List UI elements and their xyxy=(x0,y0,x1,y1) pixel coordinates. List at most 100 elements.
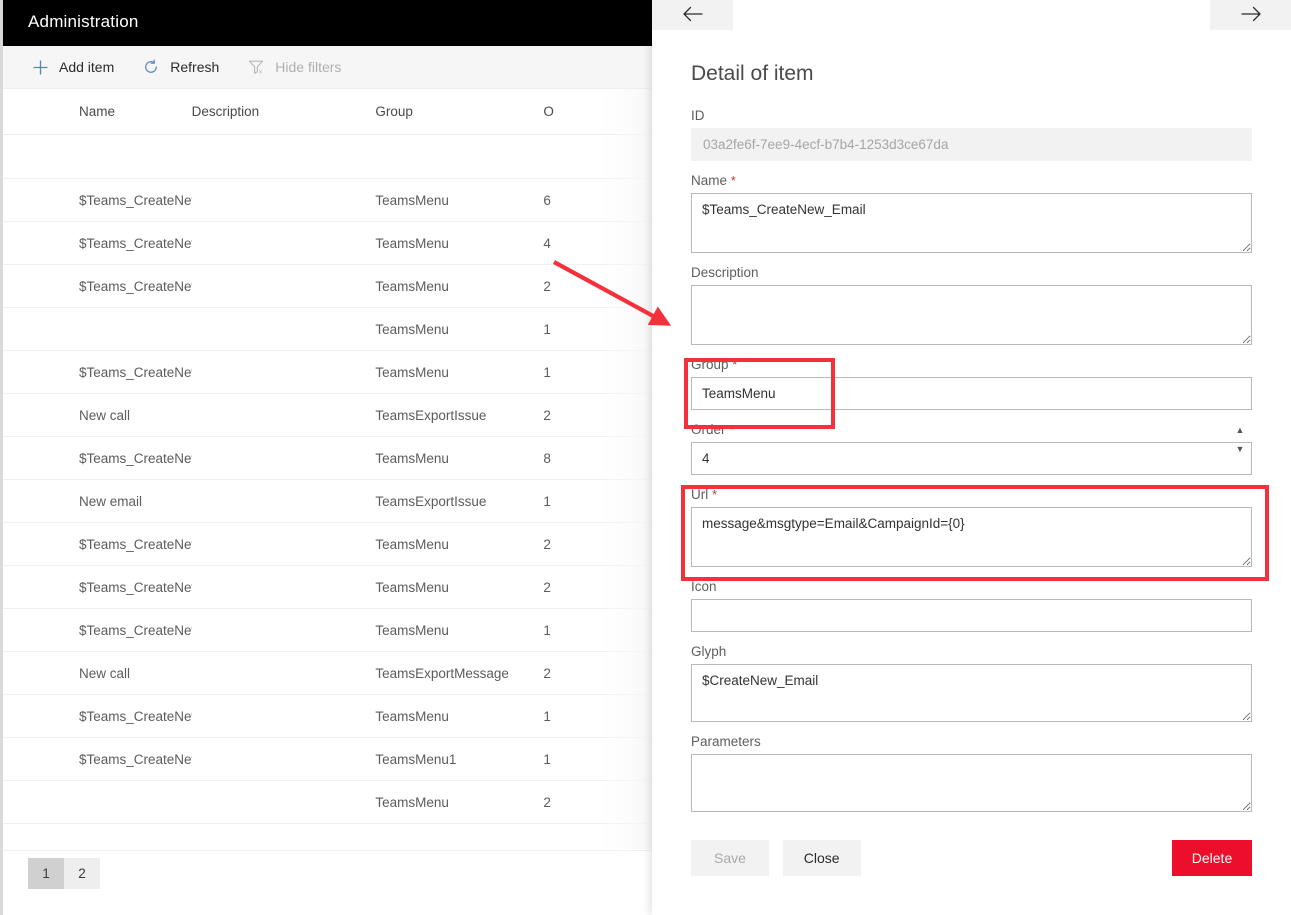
cell-name: New call xyxy=(79,665,131,681)
name-input[interactable] xyxy=(691,193,1252,253)
table-row[interactable]: TeamsMenu 2 xyxy=(3,781,652,824)
svg-text:x: x xyxy=(259,68,263,75)
id-label: ID xyxy=(691,108,705,123)
cell-order: 1 xyxy=(543,321,551,337)
parameters-label: Parameters xyxy=(691,734,761,749)
icon-input[interactable] xyxy=(691,599,1252,632)
cell-group: TeamsExportIssue xyxy=(375,407,487,423)
cell-order: 1 xyxy=(543,708,551,724)
items-table: Name Description Group O $Teams_CreateNe… xyxy=(3,89,652,849)
order-input[interactable] xyxy=(691,442,1252,475)
glyph-input[interactable] xyxy=(691,664,1252,722)
icon-label: Icon xyxy=(691,579,717,594)
cell-name: $Teams_CreateNew_Task xyxy=(79,708,192,724)
cell-order: 1 xyxy=(543,751,551,767)
table-filter-row[interactable] xyxy=(3,135,652,179)
cell-name: New email xyxy=(79,493,143,509)
hide-filters-label: Hide filters xyxy=(275,59,342,75)
field-icon: Icon xyxy=(691,579,1252,632)
id-value: 03a2fe6f-7ee9-4ecf-b7b4-1253d3ce67da xyxy=(691,128,1252,161)
table-row[interactable]: $Teams_CreateNew_Email TeamsMenu 4 xyxy=(3,222,652,265)
table-row[interactable]: TeamsMenu 1 xyxy=(3,308,652,351)
field-parameters: Parameters xyxy=(691,734,1252,812)
column-header-name[interactable]: Name xyxy=(3,104,192,119)
cell-group: TeamsMenu xyxy=(375,450,449,466)
order-stepper[interactable]: ▲ ▼ xyxy=(1234,426,1246,454)
cell-order: 2 xyxy=(543,536,551,552)
field-description: Description xyxy=(691,265,1252,345)
table-body: $Teams_CreateNew_SmsTeamsMenu6$Teams_Cre… xyxy=(3,135,652,824)
cell-order: 8 xyxy=(543,450,551,466)
close-button[interactable]: Close xyxy=(782,840,861,876)
order-label: Order * xyxy=(691,422,735,437)
required-marker: * xyxy=(729,422,735,437)
forward-button[interactable] xyxy=(1210,0,1291,30)
save-button[interactable]: Save xyxy=(691,840,769,876)
stepper-down-icon[interactable]: ▼ xyxy=(1236,445,1245,454)
cell-name: $Teams_CreateNew_Outboun... xyxy=(79,579,192,595)
detail-form: Detail of item ID 03a2fe6f-7ee9-4ecf-b7b… xyxy=(652,30,1291,915)
add-item-button[interactable]: Add item xyxy=(30,57,114,77)
url-label: Url * xyxy=(691,487,718,502)
cell-name: $Teams_CreateNew_Fax xyxy=(79,450,192,466)
description-input[interactable] xyxy=(691,285,1252,345)
name-label: Name * xyxy=(691,173,736,188)
back-button[interactable] xyxy=(652,0,733,30)
cell-name: $Teams_CreateNew_Email xyxy=(79,751,192,767)
table-row[interactable]: $Teams_CreateNew_Fax TeamsMenu 8 xyxy=(3,437,652,480)
page-button-1[interactable]: 1 xyxy=(28,858,64,889)
cell-name: $Teams_CreateNew_Sms xyxy=(79,192,192,208)
refresh-button[interactable]: Refresh xyxy=(141,57,219,77)
table-row[interactable]: $Teams_CreateNew_Sms TeamsMenu 6 xyxy=(3,179,652,222)
cell-group: TeamsMenu xyxy=(375,278,449,294)
arrow-left-icon xyxy=(682,6,704,25)
field-group: Group * xyxy=(691,357,1252,410)
table-row[interactable]: New email TeamsExportIssue 1 xyxy=(3,480,652,523)
table-row[interactable]: New call TeamsExportIssue 2 xyxy=(3,394,652,437)
table-row[interactable]: $Teams_CreateNew_ClientAlert TeamsMenu 2 xyxy=(3,265,652,308)
field-order: Order * ▲ ▼ xyxy=(691,422,1252,475)
cell-group: TeamsMenu xyxy=(375,192,449,208)
parameters-input[interactable] xyxy=(691,754,1252,812)
cell-group: TeamsMenu xyxy=(375,794,449,810)
cell-name: $Teams_CreateNew_Note xyxy=(79,364,192,380)
pagination: 12 xyxy=(3,850,652,915)
cell-group: TeamsExportMessage xyxy=(375,665,509,681)
table-row[interactable]: $Teams_CreateNew_KbArticle TeamsMenu 2 xyxy=(3,523,652,566)
stepper-up-icon[interactable]: ▲ xyxy=(1236,426,1245,435)
table-row[interactable]: $Teams_CreateNew_Task TeamsMenu 1 xyxy=(3,695,652,738)
pagination-buttons: 12 xyxy=(28,858,100,889)
plus-icon xyxy=(30,57,50,77)
field-url: Url * xyxy=(691,487,1252,567)
cell-group: TeamsMenu xyxy=(375,235,449,251)
detail-panel-title: Detail of item xyxy=(691,62,814,85)
cell-group: TeamsMenu xyxy=(375,579,449,595)
cell-order: 1 xyxy=(543,493,551,509)
hide-filters-button[interactable]: x Hide filters xyxy=(246,57,341,77)
cell-group: TeamsMenu xyxy=(375,622,449,638)
table-row[interactable]: $Teams_CreateNew_Email TeamsMenu1 1 xyxy=(3,738,652,781)
table-header-row: Name Description Group O xyxy=(3,89,652,135)
required-marker: * xyxy=(730,173,736,188)
delete-button[interactable]: Delete xyxy=(1172,840,1252,876)
table-row[interactable]: $Teams_CreateNew_Outboun... TeamsMenu 2 xyxy=(3,566,652,609)
command-bar: Add item Refresh x Hide filters xyxy=(3,46,652,89)
table-row[interactable]: New call TeamsExportMessage 2 xyxy=(3,652,652,695)
cell-order: 2 xyxy=(543,407,551,423)
column-header-description[interactable]: Description xyxy=(192,104,376,119)
url-input[interactable] xyxy=(691,507,1252,567)
refresh-icon xyxy=(141,57,161,77)
cell-group: TeamsMenu xyxy=(375,321,449,337)
column-header-group[interactable]: Group xyxy=(375,104,543,119)
table-row[interactable]: $Teams_CreateNew_Note TeamsMenu 1 xyxy=(3,351,652,394)
cell-order: 2 xyxy=(543,579,551,595)
arrow-right-icon xyxy=(1240,6,1262,25)
table-row[interactable]: $Teams_CreateNew_Issue TeamsMenu 1 xyxy=(3,609,652,652)
cell-group: TeamsMenu xyxy=(375,536,449,552)
field-id: ID 03a2fe6f-7ee9-4ecf-b7b4-1253d3ce67da xyxy=(691,108,1252,161)
app-header: Administration xyxy=(3,0,652,46)
column-header-order[interactable]: O xyxy=(543,104,652,119)
cell-order: 1 xyxy=(543,364,551,380)
group-input[interactable] xyxy=(691,377,1252,410)
page-button-2[interactable]: 2 xyxy=(64,858,100,889)
